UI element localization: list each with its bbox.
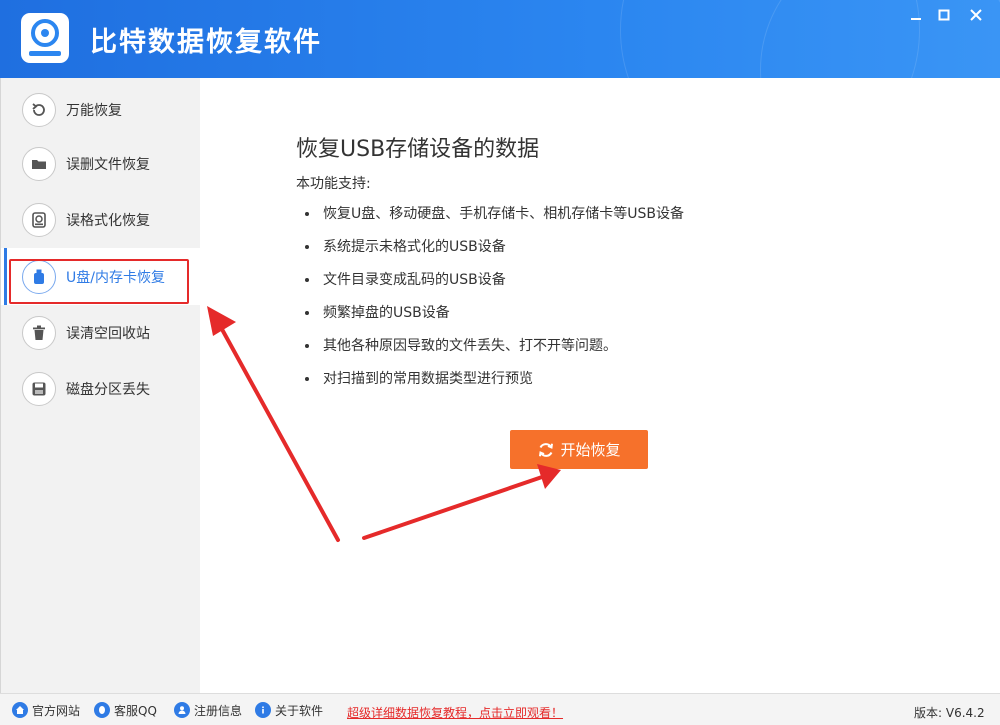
version-label: 版本: V6.4.2 (914, 706, 985, 720)
sidebar-item-recycle-bin[interactable]: 误清空回收站 (1, 304, 201, 361)
page-title: 恢复USB存储设备的数据 (296, 137, 540, 162)
feature-list: 恢复U盘、移动硬盘、手机存储卡、相机存储卡等USB设备 系统提示未格式化的USB… (302, 200, 684, 398)
footer-link-registration[interactable]: 注册信息 (174, 701, 242, 719)
close-button[interactable] (963, 4, 989, 26)
tutorial-promo-link[interactable]: 超级详细数据恢复教程，点击立即观看！ (347, 704, 563, 721)
footer-link-label: 客服QQ (114, 703, 157, 718)
title-bar: 比特数据恢复软件 (0, 0, 1000, 78)
maximize-icon (938, 9, 950, 21)
trash-icon (22, 315, 56, 350)
sidebar-item-label: U盘/内存卡恢复 (66, 269, 165, 286)
home-icon (12, 702, 28, 718)
start-button-label: 开始恢复 (560, 442, 621, 459)
usb-icon (22, 259, 56, 294)
arrow-to-start-button (362, 464, 561, 540)
list-item: 频繁掉盘的USB设备 (302, 299, 684, 332)
sidebar-item-deleted-files[interactable]: 误删文件恢复 (1, 135, 201, 192)
active-indicator (4, 248, 7, 305)
list-item: 恢复U盘、移动硬盘、手机存储卡、相机存储卡等USB设备 (302, 200, 684, 233)
app-logo-icon (21, 13, 69, 63)
minimize-button[interactable] (903, 4, 929, 26)
close-icon (970, 9, 982, 21)
user-icon (174, 702, 190, 718)
list-item: 其他各种原因导致的文件丢失、打不开等问题。 (302, 332, 684, 365)
footer-link-website[interactable]: 官方网站 (12, 701, 80, 719)
footer-link-label: 注册信息 (194, 703, 243, 718)
disk-icon (22, 371, 56, 406)
qq-icon (94, 702, 110, 718)
start-recovery-button[interactable]: 开始恢复 (510, 430, 648, 469)
footer-link-label: 关于软件 (275, 703, 324, 718)
sidebar-item-label: 误删文件恢复 (66, 156, 150, 173)
list-item: 文件目录变成乱码的USB设备 (302, 266, 684, 299)
list-item: 系统提示未格式化的USB设备 (302, 233, 684, 266)
footer-link-qq[interactable]: 客服QQ (94, 701, 157, 719)
sidebar-item-label: 误清空回收站 (66, 325, 150, 342)
app-title: 比特数据恢复软件 (90, 27, 322, 58)
status-bar: 官方网站 客服QQ 注册信息 关于软件 超级详细数据恢复教程，点击立即观看！ 版… (0, 693, 1000, 725)
feature-subtitle: 本功能支持: (296, 176, 371, 192)
undo-icon (22, 92, 56, 127)
sidebar-item-partition-lost[interactable]: 磁盘分区丢失 (1, 360, 201, 417)
footer-link-label: 官方网站 (32, 703, 81, 718)
sidebar-item-label: 磁盘分区丢失 (66, 381, 150, 398)
folder-icon (22, 146, 56, 181)
sidebar-item-label: 万能恢复 (66, 102, 122, 119)
list-item: 对扫描到的常用数据类型进行预览 (302, 365, 684, 398)
sidebar-item-usb-recovery[interactable]: U盘/内存卡恢复 (1, 248, 201, 305)
sidebar-item-universal-recovery[interactable]: 万能恢复 (1, 81, 201, 138)
minimize-icon (911, 18, 921, 20)
sidebar-item-label: 误格式化恢复 (66, 212, 150, 229)
maximize-button[interactable] (931, 4, 957, 26)
info-icon (255, 702, 271, 718)
sidebar: 万能恢复 误删文件恢复 误格式化恢复 U盘/内存卡恢复 误清空回收站 磁盘分区丢… (0, 78, 201, 693)
refresh-icon (539, 442, 554, 457)
footer-link-about[interactable]: 关于软件 (255, 701, 323, 719)
sidebar-item-format-recovery[interactable]: 误格式化恢复 (1, 191, 201, 248)
format-disk-icon (22, 202, 56, 237)
